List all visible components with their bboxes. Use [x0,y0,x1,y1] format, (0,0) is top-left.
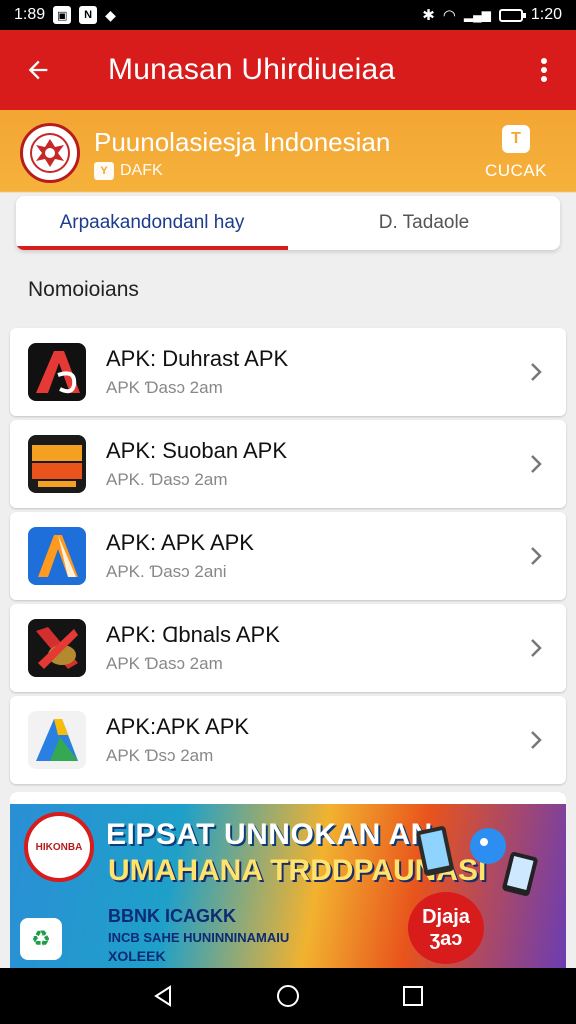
header-action-button[interactable]: T CUCAK [476,125,556,181]
banner-top-strip [10,792,566,804]
phone-illustration-icon [416,826,538,896]
a-logo-blue-orange-icon [28,527,86,585]
app-text: APK: APK APK APK. Ɗasɔ 2ani [106,530,524,582]
list-item[interactable]: APK: APK APK APK. Ɗasɔ 2ani [10,512,566,600]
wifi-icon: ◠ [442,7,456,24]
status-right: ✱ ◠ ▂▄▆ 1:20 [422,6,562,24]
triangle-back-icon [153,985,171,1007]
chevron-right-icon [524,544,548,568]
status-time: 1:89 [14,6,46,23]
app-name: APK: Suoban APK [106,438,288,463]
app-text: APK: Suoban APK APK. Ɗasɔ 2am [106,438,524,490]
status-bar: 1:89 ▣ N ◆ ✱ ◠ ▂▄▆ 1:20 [0,0,576,30]
banner-badge: Djaja ʒaɔ [408,892,484,964]
banner-badge-line2: ʒaɔ [429,928,463,950]
app-meta: APK Ɗasɔ 2am [106,654,223,673]
app-text: APK: Duhrast APK APK Ɗasɔ 2am [106,346,524,398]
promo-banner[interactable]: HIKONBA EIPSAT UNNOKAN AN UMAHANA TRDDPA… [10,792,566,968]
app-meta: APK. Ɗasɔ 2ani [106,562,227,581]
banner-logo: HIKONBA [24,812,94,882]
nav-recents-button[interactable] [393,976,433,1016]
tab-primary[interactable]: Arpaakandondanl hay [16,196,288,250]
app-meta: APK Ɗasɔ 2am [106,378,223,397]
back-button[interactable] [20,52,56,88]
a-logo-black-red-icon [28,343,86,401]
app-meta: APK. Ɗasɔ 2am [106,470,228,489]
chevron-right-icon [524,636,548,660]
tab-bar: Arpaakandondanl hay D. Tadaole [16,196,560,250]
recycle-icon: ♻ [20,918,62,960]
a-logo-blue-green-icon [28,711,86,769]
header-subtitle-row: Y DAFK [94,162,476,180]
header-title: Puunolasiesja Indonesian [94,127,391,157]
circle-home-icon [276,985,299,1007]
square-recents-icon [403,986,424,1006]
app-list: APK: Duhrast APK APK Ɗasɔ 2am APK: Suoba… [10,328,566,788]
chevron-right-icon [524,452,548,476]
nav-back-button[interactable] [143,976,183,1016]
notification-icon: ▣ [53,6,72,24]
chevron-right-icon [524,728,548,752]
more-vert-icon [541,58,547,82]
action-icon: T [502,125,530,153]
app-name: APK:APK APK [106,714,250,739]
status-time-right: 1:20 [530,6,562,23]
status-left: 1:89 ▣ N ◆ [14,6,116,24]
navigation-icon: ◆ [105,6,116,23]
header-row: Puunolasiesja Indonesian Y DAFK T CUCAK [20,118,556,188]
signal-icon: ▂▄▆ [463,8,491,22]
x-logo-red-gold-icon [28,619,86,677]
banner-text-line: XOLEEK [108,948,166,964]
list-item[interactable]: APK: Ɑbnals APK APK Ɗasɔ 2am [10,604,566,692]
list-item[interactable]: APK: Duhrast APK APK Ɗasɔ 2am [10,328,566,416]
app-bar: Munasan Uhirdiueiaa [0,30,576,110]
apk-badge-icon: Y [94,162,114,180]
app-text: APK: Ɑbnals APK APK Ɗasɔ 2am [106,622,524,674]
header-text: Puunolasiesja Indonesian Y DAFK [94,126,476,180]
header-subtitle: DAFK [120,162,163,179]
bluetooth-icon: ✱ [422,7,435,24]
app-title: Munasan Uhirdiueiaa [108,53,396,86]
banner-badge-line1: Djaja [422,906,470,928]
section-title: Nomoioians [28,278,139,301]
system-nav-bar [0,968,576,1024]
app-text: APK:APK APK APK Ɗsɔ 2am [106,714,524,766]
battery-icon [498,8,526,22]
overflow-menu-button[interactable] [532,50,556,90]
banner-headline: EIPSAT UNNOKAN AN [106,818,433,851]
app-notification-icon: N [79,6,98,24]
app-name: APK: Ɑbnals APK [106,622,280,647]
app-name: APK: Duhrast APK [106,346,289,371]
arrow-left-icon [28,60,48,80]
banner-text-line: INCB SAHE HUNINNINAMAIU [108,930,290,945]
banner-text-line: BBNK ICAGKK [108,906,236,926]
garuda-emblem-icon [20,123,80,183]
header-action-label: CUCAK [484,161,547,180]
list-item[interactable]: APK:APK APK APK Ɗsɔ 2am [10,696,566,784]
hava-ocra-logo-icon [28,435,86,493]
nav-home-button[interactable] [268,976,308,1016]
chevron-right-icon [524,360,548,384]
tab-secondary[interactable]: D. Tadaole [288,196,560,250]
app-meta: APK Ɗsɔ 2am [106,746,214,765]
list-item[interactable]: APK: Suoban APK APK. Ɗasɔ 2am [10,420,566,508]
app-name: APK: APK APK [106,530,254,555]
